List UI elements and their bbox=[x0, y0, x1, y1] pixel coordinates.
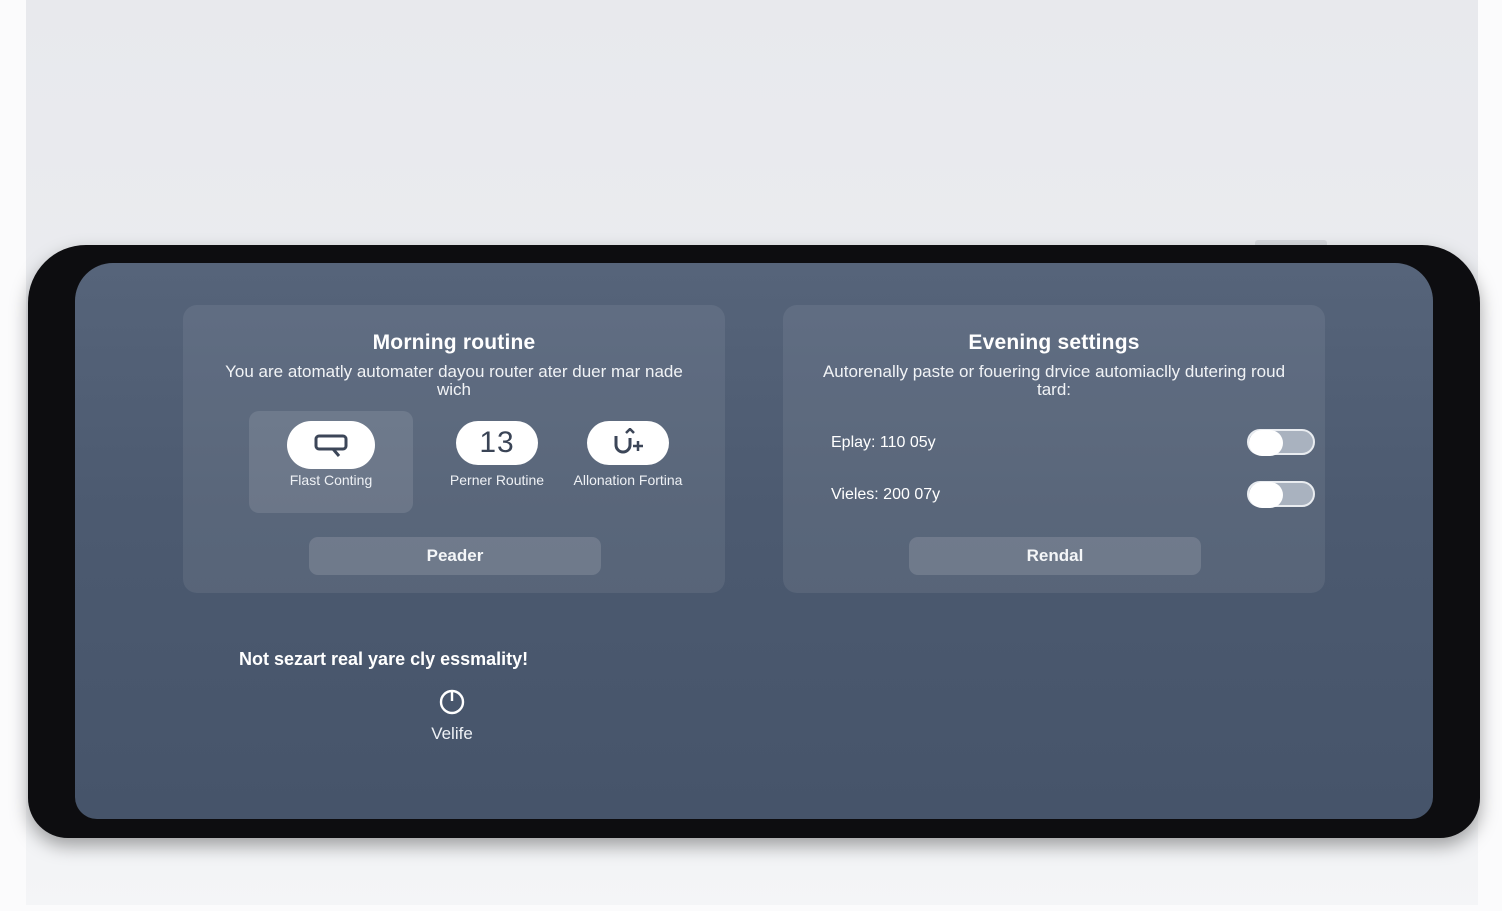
power-label: Velife bbox=[431, 724, 473, 743]
backdrop-edge-bottom bbox=[0, 905, 1502, 911]
calendar-number-icon: 13 bbox=[456, 421, 538, 465]
routine-option-label: Allonation Fortina bbox=[573, 472, 683, 488]
setting-label: Vieles: 200 07y bbox=[831, 486, 941, 503]
vieles-toggle[interactable] bbox=[1247, 481, 1315, 508]
chat-bubble-icon bbox=[287, 421, 375, 469]
toggle-knob bbox=[1249, 482, 1283, 508]
setting-row-vieles: Vieles: 200 07y bbox=[831, 481, 1315, 511]
setting-label: Eplay: 110 05y bbox=[831, 434, 936, 451]
routine-options: Flast Conting 13 Perner Routine Allonati… bbox=[249, 411, 682, 513]
routine-option-number: 13 bbox=[479, 426, 515, 459]
evening-settings-card: Evening settings Autorenally paste or fo… bbox=[783, 305, 1325, 593]
evening-settings-description: Autorenally paste or fouering drvice aut… bbox=[822, 362, 1286, 399]
tablet-screen: Morning routine You are atomatly automat… bbox=[75, 263, 1433, 819]
loop-plus-icon bbox=[587, 421, 669, 465]
setting-row-eplay: Eplay: 110 05y bbox=[831, 429, 1315, 459]
morning-routine-title: Morning routine bbox=[372, 331, 536, 354]
routine-option-label: Flast Conting bbox=[289, 472, 373, 488]
backdrop-edge-left bbox=[0, 0, 26, 911]
rendal-button[interactable]: Rendal bbox=[909, 537, 1201, 575]
morning-routine-card: Morning routine You are atomatly automat… bbox=[183, 305, 725, 593]
eplay-toggle[interactable] bbox=[1247, 429, 1315, 456]
routine-option-allonation-fortina[interactable]: Allonation Fortina bbox=[546, 411, 710, 513]
backdrop-edge-right bbox=[1478, 0, 1502, 911]
toggle-knob bbox=[1249, 430, 1283, 456]
notice-text: Not sezart real yare cly essmality! bbox=[239, 649, 529, 669]
morning-routine-description: You are atomatly automater dayou router … bbox=[225, 362, 683, 399]
evening-settings-title: Evening settings bbox=[968, 331, 1140, 354]
routine-option-flast-conting[interactable]: Flast Conting bbox=[249, 411, 413, 513]
peader-button[interactable]: Peader bbox=[309, 537, 601, 575]
power-icon[interactable] bbox=[428, 687, 476, 717]
